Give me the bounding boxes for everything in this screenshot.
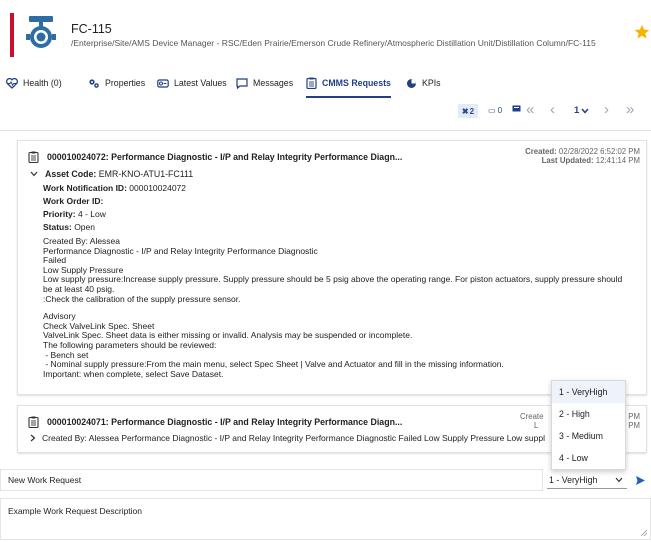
filter-icon: ✖ xyxy=(461,106,469,116)
priority-option[interactable]: 3 - Medium xyxy=(552,425,625,447)
tab-latest-values[interactable]: Latest Values xyxy=(157,74,227,92)
created-label: Create xyxy=(520,412,544,421)
page-number: 1 xyxy=(574,105,580,116)
gears-icon xyxy=(89,78,99,88)
heart-pulse-icon xyxy=(6,77,18,89)
tab-messages[interactable]: Messages xyxy=(236,74,293,92)
chevron-down-icon xyxy=(615,477,623,482)
resize-handle-icon[interactable] xyxy=(641,530,647,536)
device-icon xyxy=(26,16,56,48)
priority-value: 4 - Low xyxy=(77,209,106,219)
status-label: Status: xyxy=(43,222,72,232)
desc-line: :Check the calibration of the supply pre… xyxy=(43,293,241,304)
request-description: Created By: Alessea Performance Diagnost… xyxy=(43,236,641,379)
request-timestamps: Created: 02/28/2022 6:52:02 PM Last Upda… xyxy=(525,147,640,165)
asset-code-value: EMR-KNO-ATU1-FC111 xyxy=(98,169,194,179)
asset-toggle[interactable]: Asset Code: EMR-KNO-ATU1-FC111 xyxy=(30,169,193,179)
request-header: 000010024071: Performance Diagnostic - I… xyxy=(28,416,402,428)
archive-count-button[interactable]: ▭ 0 xyxy=(488,106,502,115)
tab-bar: Health (0) Properties Latest Values Mess… xyxy=(0,66,651,98)
tab-cmms-requests-label: CMMS Requests xyxy=(322,78,391,88)
updated-value: 12:41:14 PM xyxy=(595,156,640,165)
desc-line: The following parameters should be revie… xyxy=(43,339,217,350)
priority-label: Priority: xyxy=(43,209,76,219)
asset-code-label: Asset Code: xyxy=(45,169,97,179)
priority-option[interactable]: 2 - High xyxy=(552,403,625,425)
tab-kpis-label: KPIs xyxy=(422,78,441,88)
priority-dropdown-menu: 1 - VeryHigh 2 - High 3 - Medium 4 - Low xyxy=(551,380,626,470)
archive-icon: ▭ xyxy=(488,106,496,115)
first-page-icon[interactable]: « xyxy=(526,101,534,118)
updated-label: L xyxy=(534,421,539,430)
clipboard-icon xyxy=(28,416,39,428)
list-view-icon[interactable] xyxy=(512,104,521,113)
previous-page-icon[interactable]: ‹ xyxy=(550,101,555,118)
status-row: Status: Open xyxy=(43,222,95,232)
priority-row: Priority: 4 - Low xyxy=(43,209,106,219)
updated-label: Last Updated: xyxy=(541,156,594,165)
work-notification-value: 000010024072 xyxy=(129,183,187,193)
values-icon xyxy=(157,78,169,88)
send-icon[interactable] xyxy=(635,475,646,486)
work-request-description-text: Example Work Request Description xyxy=(8,506,143,516)
filter-toggle-button[interactable]: ✖ 2 xyxy=(458,104,478,118)
archive-count: 0 xyxy=(497,106,503,115)
desc-line: Failed xyxy=(43,255,67,266)
desc-line: Performance Diagnostic - I/P and Relay I… xyxy=(43,245,318,256)
desc-spacer xyxy=(43,304,641,312)
filter-count: 2 xyxy=(469,106,475,116)
device-header: FC-115 /Enterprise/Site/AMS Device Manag… xyxy=(0,0,651,68)
clipboard-icon xyxy=(306,77,317,89)
chevron-right-icon xyxy=(30,434,36,442)
work-order-row: Work Order ID: xyxy=(43,196,103,206)
status-value: Open xyxy=(74,222,95,232)
work-request-description-input[interactable]: Example Work Request Description xyxy=(0,498,651,540)
priority-option[interactable]: 4 - Low xyxy=(552,447,625,469)
request-summary: Created By: Alessea Performance Diagnost… xyxy=(42,433,546,443)
tab-properties-label: Properties xyxy=(105,78,146,88)
chart-pie-icon xyxy=(407,78,416,88)
priority-select-value: 1 - VeryHigh xyxy=(549,474,598,485)
desc-line: Low supply pressure:Increase supply pres… xyxy=(43,274,623,285)
priority-option[interactable]: 1 - VeryHigh xyxy=(552,381,625,403)
work-order-label: Work Order ID: xyxy=(43,196,104,206)
tab-cmms-requests[interactable]: CMMS Requests xyxy=(306,74,391,98)
cmms-request-card: 000010024072: Performance Diagnostic - I… xyxy=(17,140,647,395)
message-icon xyxy=(236,77,248,89)
tab-health[interactable]: Health (0) xyxy=(6,74,62,92)
status-accent-bar xyxy=(10,13,14,57)
clipboard-icon xyxy=(28,151,39,163)
tab-kpis[interactable]: KPIs xyxy=(406,74,441,92)
updated-suffix: PM xyxy=(628,421,640,430)
divider xyxy=(0,130,651,131)
work-notification-row: Work Notification ID: 000010024072 xyxy=(43,183,186,193)
request-title: 000010024071: Performance Diagnostic - I… xyxy=(47,417,403,427)
tab-messages-label: Messages xyxy=(253,78,294,88)
work-notification-label: Work Notification ID: xyxy=(43,183,127,193)
tab-health-label: Health (0) xyxy=(23,78,62,88)
created-value: 02/28/2022 6:52:02 PM xyxy=(558,147,640,156)
device-path: /Enterprise/Site/AMS Device Manager - RS… xyxy=(71,38,596,48)
tab-latest-values-label: Latest Values xyxy=(174,78,227,88)
created-suffix: PM xyxy=(628,412,640,421)
device-title: FC-115 xyxy=(71,22,112,36)
chevron-down-icon xyxy=(581,108,589,114)
last-page-icon[interactable]: » xyxy=(626,101,634,118)
chevron-down-icon xyxy=(30,171,38,177)
desc-line: Important: when complete, select Save Da… xyxy=(43,368,224,379)
favorite-star-icon[interactable] xyxy=(634,24,650,40)
work-request-title-input[interactable]: New Work Request xyxy=(0,469,543,491)
created-label: Created: xyxy=(525,147,557,156)
tab-properties[interactable]: Properties xyxy=(88,74,145,92)
page-selector[interactable]: 1 xyxy=(574,105,589,116)
request-header: 000010024072: Performance Diagnostic - I… xyxy=(28,151,402,163)
next-page-icon[interactable]: › xyxy=(604,101,609,118)
request-title: 000010024072: Performance Diagnostic - I… xyxy=(47,152,403,162)
priority-select[interactable]: 1 - VeryHigh xyxy=(547,471,627,489)
